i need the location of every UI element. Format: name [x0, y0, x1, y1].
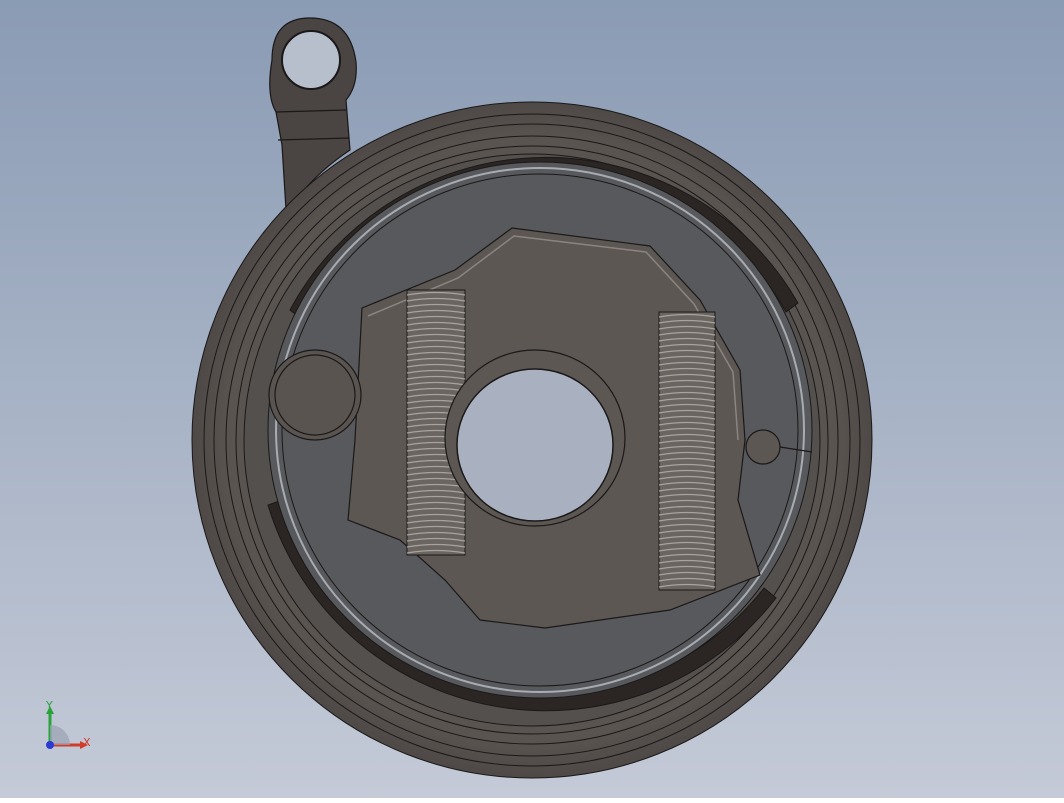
pivot-pin[interactable] [268, 349, 362, 441]
hub-bore[interactable] [444, 349, 626, 527]
return-spring-right [658, 311, 716, 591]
z-axis-dot-icon [46, 741, 54, 749]
y-axis-label: Y [46, 699, 53, 712]
cad-viewport[interactable]: X Y [0, 0, 1064, 798]
x-axis-label: X [83, 736, 91, 749]
model-canvas[interactable] [0, 0, 1064, 798]
